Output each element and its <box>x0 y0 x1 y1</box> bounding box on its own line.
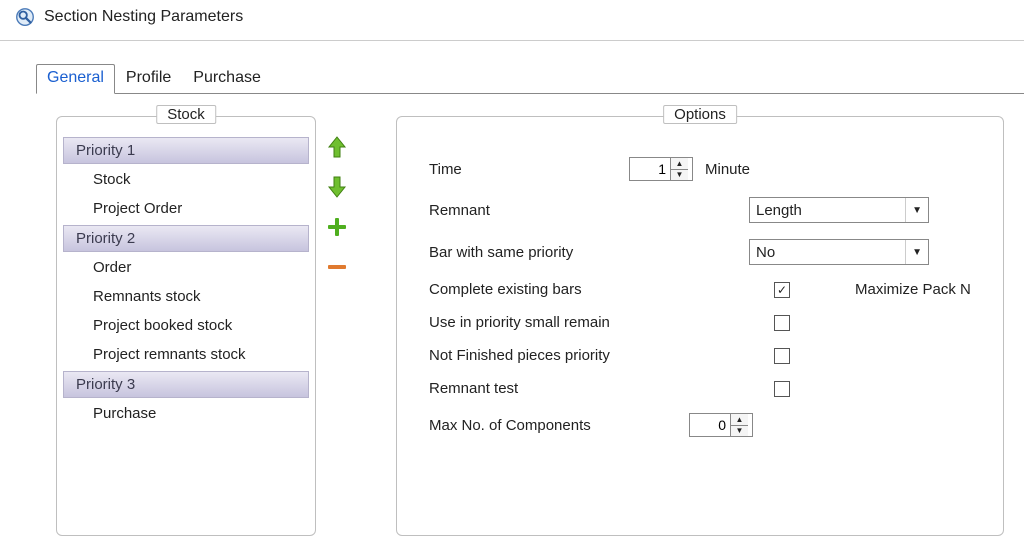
maximize-pack-label: Maximize Pack N <box>855 281 971 298</box>
max-components-input[interactable] <box>690 414 730 436</box>
tab-bar: General Profile Purchase <box>36 63 1024 93</box>
time-spin-down[interactable]: ▼ <box>671 170 688 181</box>
bar-matching-label: Bar with same priority <box>429 244 629 261</box>
stock-list: Priority 1 Stock Project Order Priority … <box>57 133 315 430</box>
time-unit: Minute <box>705 161 750 178</box>
options-panel: Options Time ▲ ▼ Minute Remnant Length ▼ <box>396 116 1004 536</box>
complete-bars-label: Complete existing bars <box>429 281 689 298</box>
stock-item[interactable]: Stock <box>57 165 315 194</box>
minus-icon <box>326 256 348 278</box>
move-down-button[interactable] <box>324 174 350 200</box>
window-header: Section Nesting Parameters <box>0 0 1024 41</box>
stock-side-buttons <box>324 134 350 280</box>
time-label: Time <box>429 161 629 178</box>
stock-item[interactable]: Project remnants stock <box>57 340 315 369</box>
priority-header[interactable]: Priority 2 <box>63 225 309 252</box>
chevron-down-icon: ▼ <box>905 198 922 222</box>
tab-general[interactable]: General <box>36 64 115 94</box>
arrow-down-icon <box>327 175 347 199</box>
not-finished-label: Not Finished pieces priority <box>429 347 689 364</box>
tab-profile[interactable]: Profile <box>115 64 182 94</box>
plus-icon <box>326 216 348 238</box>
tab-purchase[interactable]: Purchase <box>182 64 272 94</box>
remove-button[interactable] <box>324 254 350 280</box>
max-components-spinner[interactable]: ▲ ▼ <box>689 413 753 437</box>
stock-item[interactable]: Project Order <box>57 194 315 223</box>
add-button[interactable] <box>324 214 350 240</box>
stock-item[interactable]: Project booked stock <box>57 311 315 340</box>
priority-header[interactable]: Priority 1 <box>63 137 309 164</box>
stock-legend: Stock <box>156 105 216 124</box>
priority-header[interactable]: Priority 3 <box>63 371 309 398</box>
remnant-dropdown[interactable]: Length ▼ <box>749 197 929 223</box>
remnant-label: Remnant <box>429 202 629 219</box>
stock-item[interactable]: Purchase <box>57 399 315 428</box>
move-up-button[interactable] <box>324 134 350 160</box>
arrow-up-icon <box>327 135 347 159</box>
bar-matching-value: No <box>756 244 775 261</box>
bar-matching-dropdown[interactable]: No ▼ <box>749 239 929 265</box>
stock-item[interactable]: Remnants stock <box>57 282 315 311</box>
use-small-remain-label: Use in priority small remain <box>429 314 689 331</box>
not-finished-checkbox[interactable] <box>774 348 790 364</box>
max-components-spin-up[interactable]: ▲ <box>731 414 748 426</box>
stock-panel: Stock Priority 1 Stock Project Order Pri… <box>56 116 316 536</box>
max-components-spin-down[interactable]: ▼ <box>731 426 748 437</box>
use-small-remain-checkbox[interactable] <box>774 315 790 331</box>
max-components-label: Max No. of Components <box>429 417 689 434</box>
chevron-down-icon: ▼ <box>905 240 922 264</box>
app-icon <box>14 6 36 28</box>
remnant-value: Length <box>756 202 802 219</box>
complete-bars-checkbox[interactable]: ✓ <box>774 282 790 298</box>
window-title: Section Nesting Parameters <box>44 8 243 26</box>
time-spin-up[interactable]: ▲ <box>671 158 688 170</box>
remnant-test-label: Remnant test <box>429 380 689 397</box>
time-input[interactable] <box>630 158 670 180</box>
remnant-test-checkbox[interactable] <box>774 381 790 397</box>
stock-item[interactable]: Order <box>57 253 315 282</box>
time-spinner[interactable]: ▲ ▼ <box>629 157 693 181</box>
options-legend: Options <box>663 105 737 124</box>
